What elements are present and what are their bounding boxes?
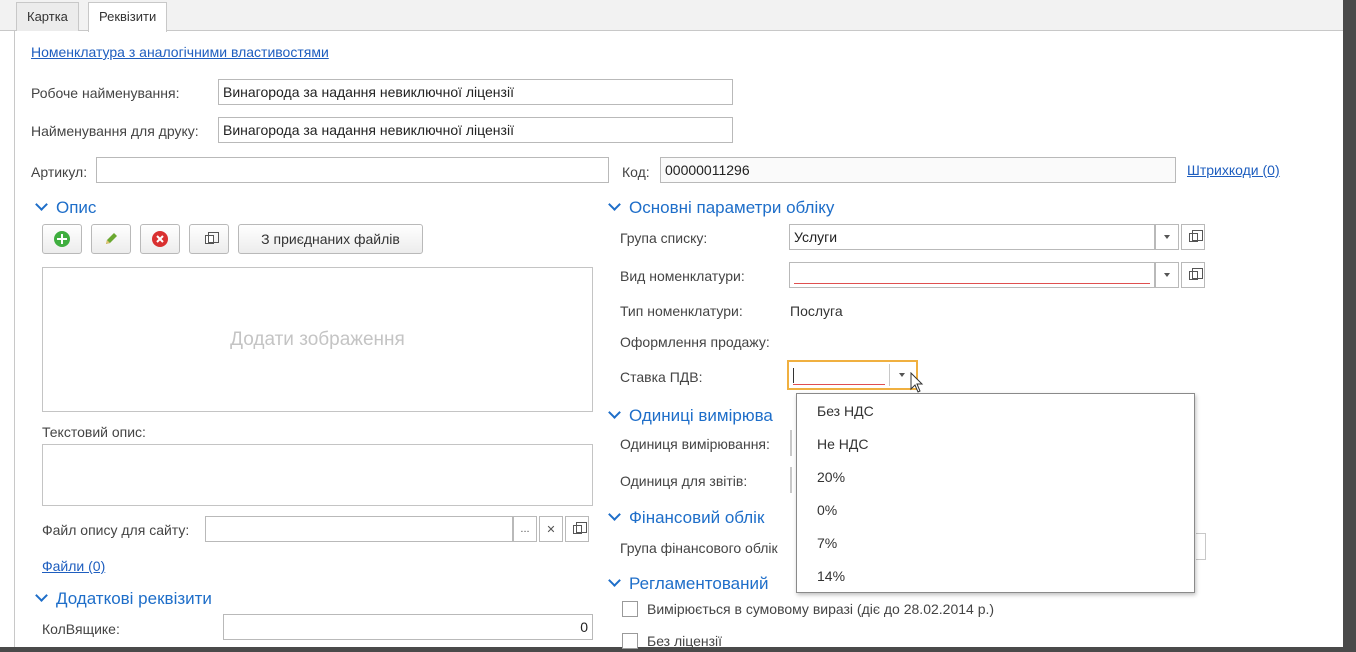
chevron-down-icon (608, 406, 621, 419)
box-qty-label: КолВящике: (42, 621, 120, 637)
print-name-field[interactable]: Винагорода за надання невиключної ліценз… (218, 117, 733, 143)
extra-title: Додаткові реквізити (56, 589, 212, 608)
image-placeholder: Додати зображення (230, 328, 405, 350)
finance-section-header[interactable]: Фінансовий облік (608, 508, 765, 528)
units-section-header[interactable]: Одиниці вимірюва (608, 406, 773, 426)
chevron-down-icon (1164, 273, 1170, 277)
vat-option[interactable]: Не НДС (817, 436, 869, 452)
measured-label: Вимірюється в сумовому виразі (діє до 28… (647, 601, 995, 617)
code-field[interactable]: 00000011296 (660, 157, 1176, 183)
unit-field-edge (790, 430, 792, 456)
chevron-down-icon (35, 198, 48, 211)
item-kind-label: Вид номенклатури: (620, 268, 745, 284)
regulated-section-header[interactable]: Регламентований (608, 574, 769, 594)
list-group-field[interactable]: Услуги (789, 224, 1155, 250)
add-image-button[interactable] (42, 224, 82, 254)
print-name-label: Найменування для друку: (31, 123, 199, 139)
similar-items-link[interactable]: Номенклатура з аналогічними властивостям… (31, 44, 329, 60)
accounting-section-header[interactable]: Основні параметри обліку (608, 198, 835, 218)
article-label: Артикул: (31, 164, 88, 180)
vat-rate-field[interactable] (787, 360, 918, 390)
left-border (14, 31, 15, 652)
no-license-label: Без ліцензії (647, 633, 723, 649)
more-icon: ... (520, 523, 530, 535)
list-group-label: Група списку: (620, 230, 708, 246)
window-right-edge (1343, 0, 1356, 652)
description-title: Опис (56, 198, 97, 217)
chevron-down-icon (1164, 235, 1170, 239)
item-type-label: Тип номенклатури: (620, 303, 743, 319)
clear-icon: ✕ (546, 523, 556, 536)
vat-option[interactable]: Без НДС (817, 403, 874, 419)
text-description-input[interactable] (42, 444, 593, 506)
edit-image-button[interactable] (91, 224, 131, 254)
image-drop-area[interactable]: Додати зображення (42, 267, 593, 412)
add-icon (54, 231, 70, 247)
text-cursor (793, 368, 794, 383)
working-name-label: Робоче найменування: (31, 85, 180, 101)
finance-group-label: Група фінансового облік (620, 540, 778, 556)
item-type-value: Послуга (790, 303, 843, 319)
files-link[interactable]: Файли (0) (42, 558, 105, 574)
vat-rate-label: Ставка ПДВ: (620, 369, 703, 385)
copy-icon (572, 521, 587, 534)
finance-group-field-edge (1196, 533, 1206, 560)
code-label: Код: (622, 164, 650, 180)
copy-icon (1188, 229, 1203, 242)
tab-bar: Картка Реквізити (0, 0, 1356, 32)
copy-image-button[interactable] (189, 224, 229, 254)
vat-dropdown-button[interactable] (899, 373, 905, 377)
report-unit-label: Одиниця для звітів: (620, 473, 748, 489)
vat-option[interactable]: 20% (817, 469, 845, 485)
unit-label: Одиниця вимірювання: (620, 436, 770, 452)
chevron-down-icon (899, 373, 905, 377)
site-file-clear-button[interactable]: ✕ (539, 516, 563, 542)
edit-icon (106, 233, 117, 244)
vat-option[interactable]: 7% (817, 535, 837, 551)
site-file-select-button[interactable]: ... (513, 516, 537, 542)
site-file-field[interactable] (205, 516, 513, 542)
delete-image-button[interactable] (140, 224, 180, 254)
working-name-field[interactable]: Винагорода за надання невиключної ліценз… (218, 79, 733, 105)
box-qty-field[interactable]: 0 (223, 614, 593, 640)
item-kind-field[interactable] (789, 262, 1155, 288)
units-title: Одиниці вимірюва (629, 406, 773, 425)
delete-icon (152, 231, 168, 247)
extra-section-header[interactable]: Додаткові реквізити (35, 589, 212, 609)
item-kind-required-underline (794, 283, 1150, 284)
report-unit-field-edge (790, 467, 792, 493)
chevron-down-icon (608, 574, 621, 587)
text-description-label: Текстовий опис: (42, 424, 146, 440)
chevron-down-icon (608, 198, 621, 211)
chevron-down-icon (608, 508, 621, 521)
site-file-open-button[interactable] (565, 516, 589, 542)
list-group-open-button[interactable] (1181, 224, 1205, 250)
vat-option[interactable]: 14% (817, 568, 845, 584)
chevron-down-icon (35, 589, 48, 602)
item-kind-open-button[interactable] (1181, 262, 1205, 288)
copy-icon (1188, 267, 1203, 280)
vat-required-underline (793, 384, 885, 385)
measured-checkbox[interactable] (622, 601, 638, 617)
finance-title: Фінансовий облік (629, 508, 765, 527)
no-license-checkbox[interactable] (622, 633, 638, 649)
cursor-icon (910, 372, 924, 393)
vat-dropdown-list: Без НДС Не НДС 20% 0% 7% 14% (796, 393, 1195, 593)
vat-option[interactable]: 0% (817, 502, 837, 518)
barcodes-link[interactable]: Штрихкоди (0) (1187, 162, 1280, 178)
sale-registration-label: Оформлення продажу: (620, 334, 770, 350)
attach-files-button[interactable]: З приєднаних файлів (238, 224, 423, 254)
site-file-label: Файл опису для сайту: (42, 522, 190, 538)
copy-icon (204, 231, 219, 244)
regulated-title: Регламентований (629, 574, 769, 593)
list-group-dropdown-button[interactable] (1155, 224, 1179, 250)
accounting-title: Основні параметри обліку (629, 198, 835, 217)
tab-card[interactable]: Картка (16, 2, 79, 31)
item-kind-dropdown-button[interactable] (1155, 262, 1179, 288)
article-field[interactable] (96, 157, 609, 183)
description-section-header[interactable]: Опис (35, 198, 97, 218)
vat-separator (889, 364, 890, 386)
tab-requisites[interactable]: Реквізити (88, 2, 168, 32)
